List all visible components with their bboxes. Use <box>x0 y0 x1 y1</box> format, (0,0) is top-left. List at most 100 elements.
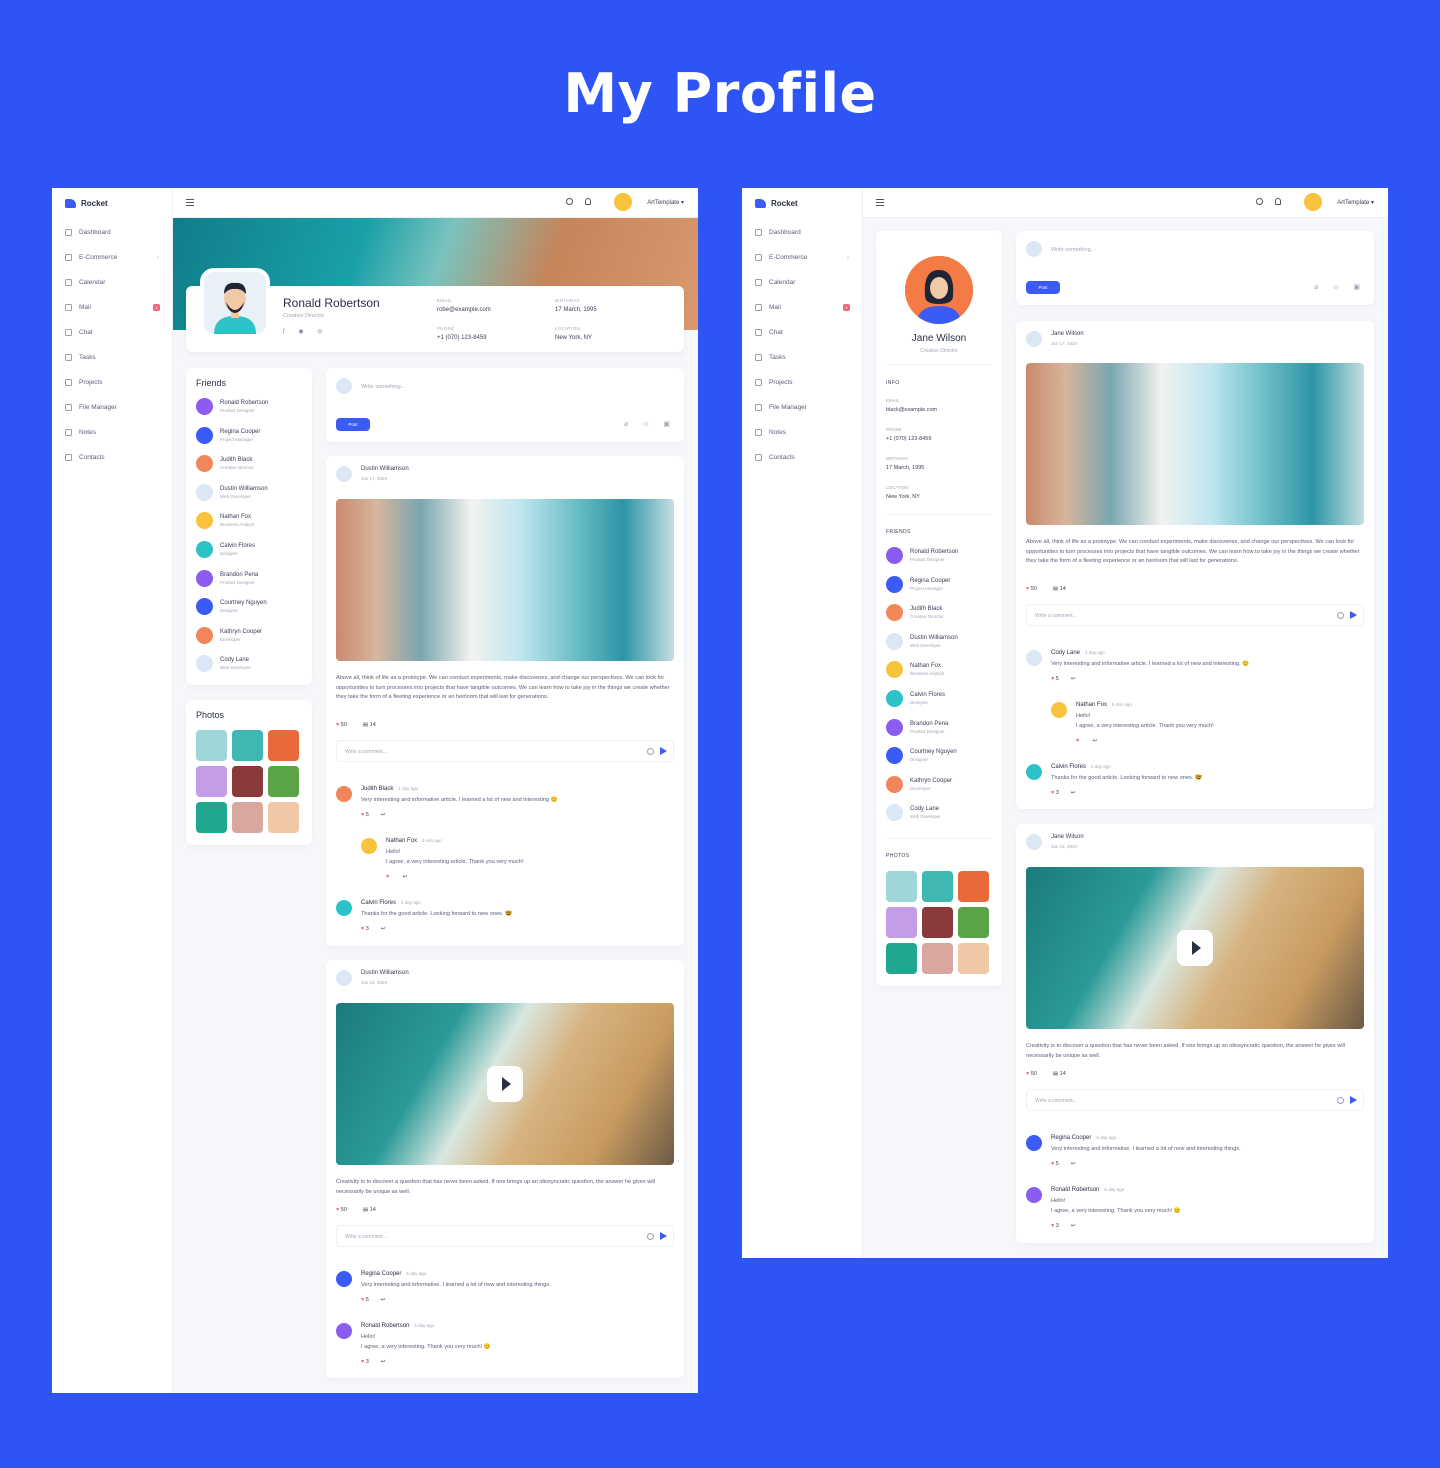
composer-input[interactable]: Write something... <box>361 384 405 390</box>
send-icon[interactable] <box>660 747 667 755</box>
friend-item[interactable]: Ronald Robertson Product Designer <box>886 547 958 564</box>
comment-author[interactable]: Ronald Robertson <box>361 1323 409 1329</box>
brand-logo[interactable]: Rocket <box>742 188 862 218</box>
post-author-avatar[interactable] <box>1026 331 1042 347</box>
comment-avatar[interactable] <box>336 786 352 802</box>
friend-item[interactable]: Regina Cooper Project Manager <box>886 575 950 593</box>
friend-item[interactable]: Dustin Williamson Web Developer <box>196 483 268 501</box>
heart-icon[interactable]: ♥ <box>1076 738 1081 744</box>
search-icon[interactable] <box>1256 198 1263 205</box>
friend-item[interactable]: Judith Black Creative Director <box>196 455 254 473</box>
friend-item[interactable]: Regina Cooper Project Manager <box>196 426 260 444</box>
photo-thumb[interactable] <box>196 766 227 797</box>
friend-item[interactable]: Kathryn Cooper Developer <box>196 626 262 644</box>
friend-item[interactable]: Dustin Williamson Web Developer <box>886 632 958 650</box>
photo-thumb[interactable] <box>196 802 227 833</box>
comment-avatar[interactable] <box>1026 764 1042 780</box>
sidebar-item-calendar[interactable]: Calendar <box>52 270 172 295</box>
photo-thumb[interactable] <box>886 907 917 938</box>
photo-thumb[interactable] <box>886 871 917 902</box>
comment-avatar[interactable] <box>1026 1135 1042 1151</box>
photo-thumb[interactable] <box>268 730 299 761</box>
sidebar-item-contacts[interactable]: Contacts <box>742 445 862 470</box>
photo-thumb[interactable] <box>232 730 263 761</box>
play-button-icon[interactable] <box>1177 930 1213 966</box>
emoji-icon[interactable] <box>647 1233 654 1240</box>
send-icon[interactable] <box>1350 611 1357 619</box>
emoji-icon[interactable] <box>647 748 654 755</box>
sidebar-item-dashboard[interactable]: Dashboard <box>742 220 862 245</box>
comment-avatar[interactable] <box>361 838 377 854</box>
post-video[interactable] <box>1026 867 1364 1029</box>
photo-thumb[interactable] <box>922 907 953 938</box>
friend-item[interactable]: Courtney Nguyen Designer <box>196 598 267 616</box>
comment-author[interactable]: Nathan Fox <box>1076 702 1107 708</box>
like-count[interactable]: ♥ 50 <box>336 722 347 728</box>
comment-count[interactable]: ▤ 14 <box>1053 586 1066 592</box>
sidebar-item-projects[interactable]: Projects <box>742 370 862 395</box>
photo-thumb[interactable] <box>922 871 953 902</box>
sidebar-item-e-commerce[interactable]: E-Commerce › <box>742 245 862 270</box>
photo-thumb[interactable] <box>958 871 989 902</box>
comment-input[interactable]: Write a comment... <box>1026 604 1364 626</box>
composer-attach-icons[interactable]: ⌀ ☺ ▣ <box>624 420 676 428</box>
post-button[interactable]: Post <box>336 418 370 431</box>
user-avatar[interactable] <box>1304 193 1322 211</box>
user-menu[interactable]: ArtTemplate ▾ <box>647 199 684 206</box>
search-icon[interactable] <box>566 198 573 205</box>
bell-icon[interactable] <box>585 198 591 205</box>
friend-item[interactable]: Brandon Pena Product Designer <box>196 569 258 587</box>
sidebar-item-e-commerce[interactable]: E-Commerce › <box>52 245 172 270</box>
friend-item[interactable]: Courtney Nguyen Designer <box>886 747 957 765</box>
friend-item[interactable]: Brandon Pena Product Designer <box>886 718 948 736</box>
send-icon[interactable] <box>1350 1096 1357 1104</box>
friend-item[interactable]: Judith Black Creative Director <box>886 604 944 622</box>
comment-avatar[interactable] <box>336 900 352 916</box>
sidebar-item-projects[interactable]: Projects <box>52 370 172 395</box>
reply-icon[interactable]: ↩ <box>381 1297 386 1303</box>
friend-item[interactable]: Nathan Fox Business Analyst <box>886 661 944 679</box>
friend-item[interactable]: Calvin Flores Designer <box>886 690 945 707</box>
sidebar-item-contacts[interactable]: Contacts <box>52 445 172 470</box>
sidebar-item-dashboard[interactable]: Dashboard <box>52 220 172 245</box>
photo-thumb[interactable] <box>958 943 989 974</box>
comment-avatar[interactable] <box>1026 1187 1042 1203</box>
comment-avatar[interactable] <box>336 1271 352 1287</box>
reply-icon[interactable]: ↩ <box>403 874 408 880</box>
friend-item[interactable]: Kathryn Cooper Developer <box>886 775 952 793</box>
comment-author[interactable]: Calvin Flores <box>1051 764 1086 770</box>
bell-icon[interactable] <box>1275 198 1281 205</box>
menu-toggle-icon[interactable] <box>876 199 884 206</box>
post-author-avatar[interactable] <box>336 466 352 482</box>
sidebar-item-calendar[interactable]: Calendar <box>742 270 862 295</box>
like-count[interactable]: ♥ 50 <box>1026 1071 1037 1077</box>
play-button-icon[interactable] <box>487 1066 523 1102</box>
friend-item[interactable]: Cody Lane Web Developer <box>886 804 941 822</box>
comment-avatar[interactable] <box>1026 650 1042 666</box>
comment-count[interactable]: ▤ 14 <box>1053 1071 1066 1077</box>
comment-input[interactable]: Write a comment... <box>336 740 674 762</box>
reply-icon[interactable]: ↩ <box>381 1359 386 1365</box>
friend-item[interactable]: Calvin Flores Designer <box>196 541 255 558</box>
comment-count[interactable]: ▤ 14 <box>363 1207 376 1213</box>
comment-author[interactable]: Calvin Flores <box>361 900 396 906</box>
reply-icon[interactable]: ↩ <box>381 926 386 932</box>
composer-input[interactable]: Write something... <box>1051 247 1095 253</box>
comment-author[interactable]: Nathan Fox <box>386 838 417 844</box>
post-author-name[interactable]: Jane Wilson <box>1051 834 1084 840</box>
photo-thumb[interactable] <box>196 730 227 761</box>
sidebar-item-chat[interactable]: Chat <box>52 320 172 345</box>
comment-input[interactable]: Write a comment... <box>336 1225 674 1247</box>
photo-thumb[interactable] <box>268 766 299 797</box>
reply-icon[interactable]: ↩ <box>1071 790 1076 796</box>
friend-item[interactable]: Ronald Robertson Product Designer <box>196 398 268 415</box>
comment-author[interactable]: Judith Black <box>361 786 393 792</box>
photo-thumb[interactable] <box>922 943 953 974</box>
comment-author[interactable]: Regina Cooper <box>1051 1135 1091 1141</box>
photo-thumb[interactable] <box>268 802 299 833</box>
sidebar-item-notes[interactable]: Notes <box>742 420 862 445</box>
like-count[interactable]: ♥ 50 <box>1026 586 1037 592</box>
post-author-avatar[interactable] <box>336 970 352 986</box>
post-video[interactable] <box>336 1003 674 1165</box>
emoji-icon[interactable] <box>1337 1097 1344 1104</box>
